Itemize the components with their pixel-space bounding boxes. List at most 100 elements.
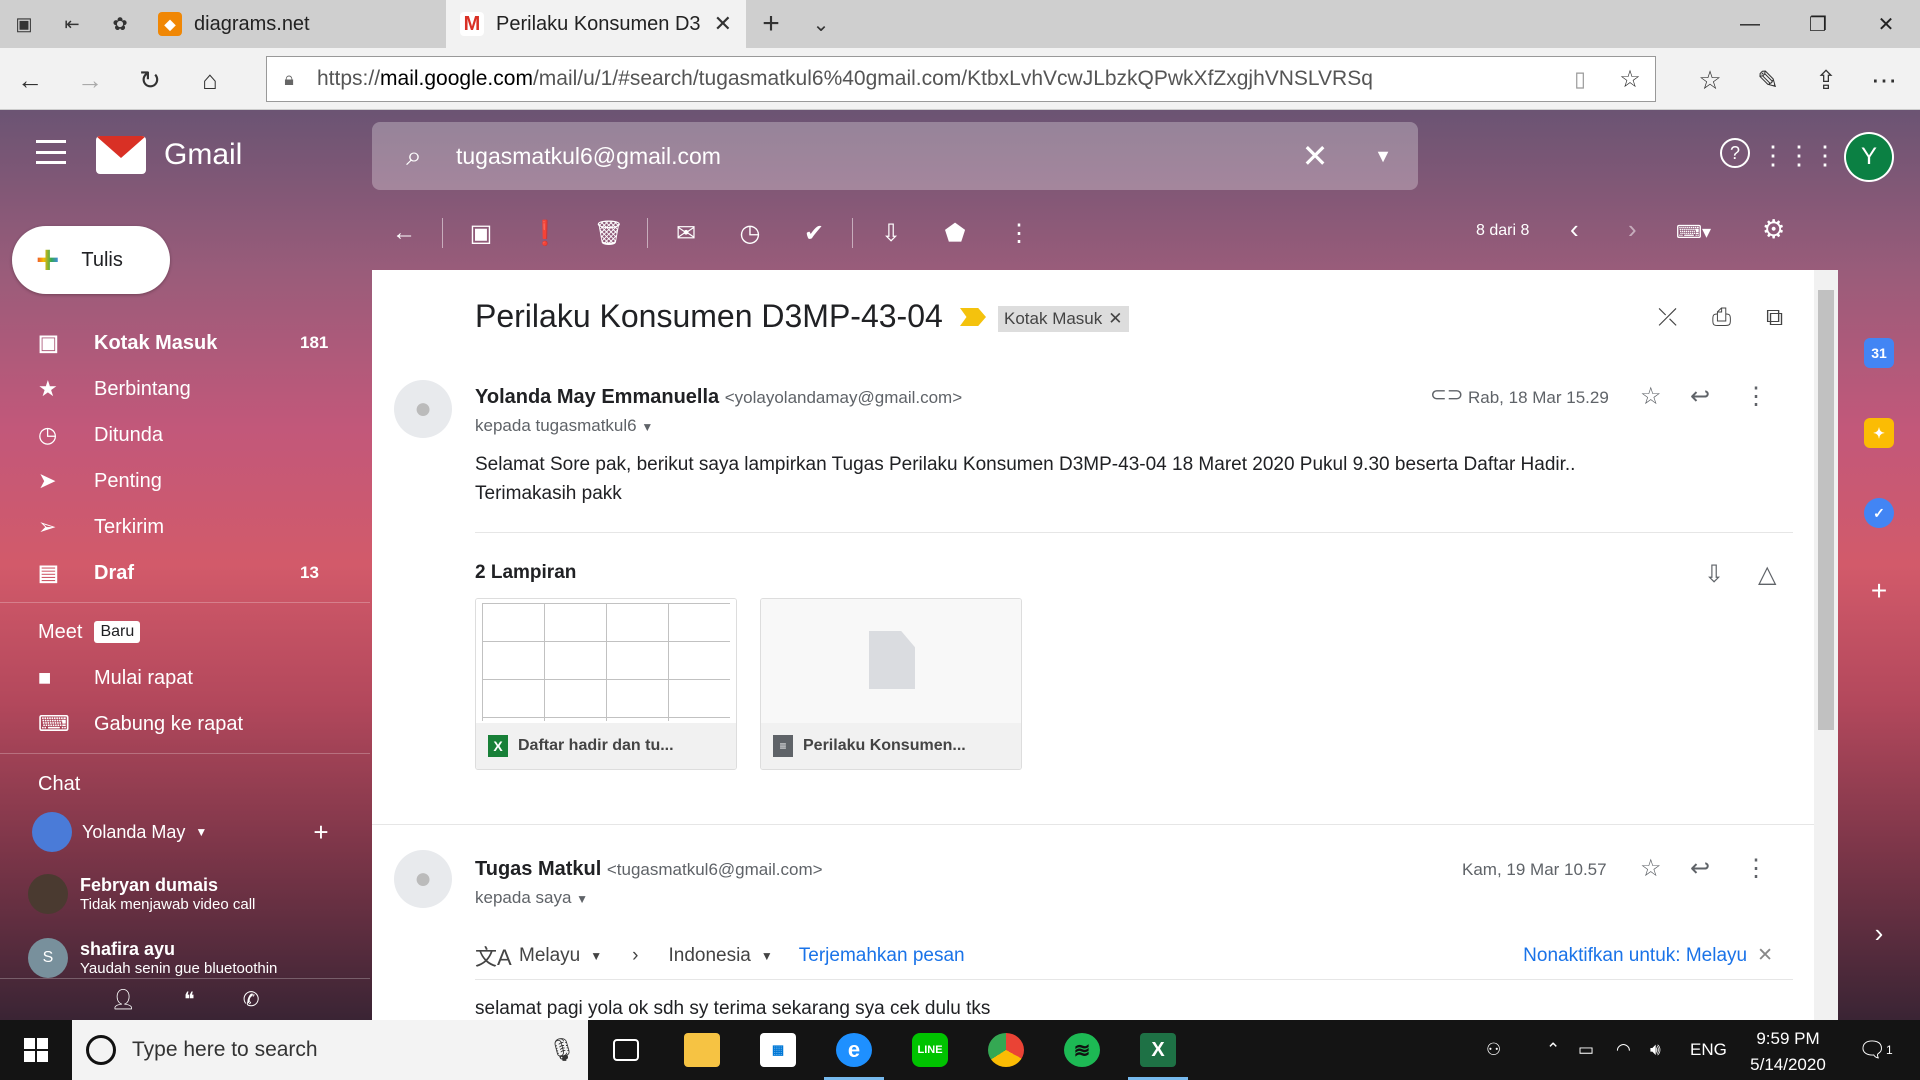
chrome-app[interactable] <box>968 1020 1044 1080</box>
hangouts-icon[interactable]: ❝ <box>184 987 195 1012</box>
download-all-icon[interactable]: ⇩ <box>1704 560 1724 589</box>
back-to-list-icon[interactable]: ← <box>372 219 436 247</box>
sender-name[interactable]: Yolanda May Emmanuella <box>475 386 719 408</box>
archive-icon[interactable]: ▣ <box>449 219 513 248</box>
phone-icon[interactable]: ✆ <box>243 987 260 1012</box>
sender-name[interactable]: Tugas Matkul <box>475 858 601 880</box>
battery-icon[interactable]: ▭ <box>1578 1020 1594 1080</box>
sidebar-item-starred[interactable]: ★ Berbintang <box>0 366 370 412</box>
attachment-card[interactable]: X Daftar hadir dan tu... <box>475 598 737 770</box>
tab-list-chevron-icon[interactable]: ⌄ <box>796 0 846 48</box>
reply-icon[interactable]: ↩ <box>1690 854 1710 883</box>
microphone-icon[interactable]: 🎙︎ <box>548 1037 588 1063</box>
new-tab-button[interactable]: + <box>746 0 796 48</box>
move-to-icon[interactable]: ⇩ <box>859 219 923 248</box>
share-icon[interactable]: ⇪ <box>1804 58 1848 102</box>
label-icon[interactable]: ⬟ <box>923 219 987 248</box>
input-tools-icon[interactable]: ⌨▾ <box>1676 222 1711 243</box>
reply-icon[interactable]: ↩ <box>1690 382 1710 411</box>
notifications-icon[interactable]: 🗨︎ 1 <box>1858 1020 1893 1080</box>
collapse-all-icon[interactable]: ⤫ <box>1658 304 1677 332</box>
forward-button[interactable]: → <box>68 58 112 102</box>
volume-icon[interactable]: 🔊︎ <box>1650 1020 1661 1080</box>
important-marker-icon[interactable] <box>960 308 986 326</box>
add-task-icon[interactable]: ✔ <box>782 219 846 248</box>
language-indicator[interactable]: ENG <box>1690 1020 1727 1080</box>
close-icon[interactable]: ✕ <box>1757 944 1773 967</box>
sidebar-item-inbox[interactable]: ▣ Kotak Masuk 181 <box>0 320 370 366</box>
search-bar[interactable]: ⌕ tugasmatkul6@gmail.com ✕ ▼ <box>372 122 1418 190</box>
taskbar-search-input[interactable]: Type here to search <box>132 1038 532 1062</box>
task-view-button[interactable] <box>588 1020 664 1080</box>
recipient-line[interactable]: kepada saya ▼ <box>475 888 588 908</box>
apps-grid-icon[interactable]: ⋮⋮⋮ <box>1760 138 1838 172</box>
new-chat-plus-icon[interactable]: + <box>313 817 328 848</box>
close-tab-icon[interactable]: ✕ <box>714 11 732 37</box>
chevron-down-icon[interactable]: ▼ <box>590 949 602 963</box>
person-icon[interactable]: 👤︎ <box>111 987 136 1012</box>
label-chip[interactable]: Kotak Masuk ✕ <box>998 306 1129 332</box>
minimize-button[interactable]: — <box>1716 0 1784 48</box>
tab-diagrams[interactable]: ◆ diagrams.net <box>144 0 446 48</box>
more-vert-icon[interactable]: ⋮ <box>987 219 1051 248</box>
more-vert-icon[interactable]: ⋮ <box>1744 854 1768 883</box>
start-button[interactable] <box>0 1020 72 1080</box>
file-explorer-app[interactable] <box>664 1020 740 1080</box>
people-icon[interactable]: ⚇ <box>1486 1020 1501 1080</box>
attachment-card[interactable]: ≡ Perilaku Konsumen... <box>760 598 1022 770</box>
store-app[interactable]: ▦ <box>740 1020 816 1080</box>
line-app[interactable]: LINE <box>892 1020 968 1080</box>
pen-icon[interactable]: ✎ <box>1746 58 1790 102</box>
remove-label-icon[interactable]: ✕ <box>1108 309 1122 329</box>
close-window-button[interactable]: ✕ <box>1852 0 1920 48</box>
more-icon[interactable]: ⋯ <box>1862 58 1906 102</box>
chevron-down-icon[interactable]: ▼ <box>761 949 773 963</box>
sidebar-item-join-meeting[interactable]: ⌨ Gabung ke rapat <box>0 701 370 747</box>
gmail-logo[interactable]: Gmail <box>96 136 242 174</box>
back-button[interactable]: ← <box>8 58 52 102</box>
search-icon[interactable]: ⌕ <box>372 140 456 173</box>
delete-icon[interactable]: 🗑︎ <box>577 219 641 248</box>
sidebar-item-snoozed[interactable]: ◷ Ditunda <box>0 412 370 458</box>
sidebar-item-important[interactable]: ➤ Penting <box>0 458 370 504</box>
star-icon[interactable]: ☆ <box>1640 854 1662 883</box>
disable-translate-link[interactable]: Nonaktifkan untuk: Melayu <box>1523 945 1747 967</box>
tab-actions-icon[interactable]: ▣ <box>0 0 48 48</box>
content-scrollbar[interactable] <box>1814 270 1838 1020</box>
restore-button[interactable]: ❐ <box>1784 0 1852 48</box>
sidebar-item-drafts[interactable]: ▤ Draf 13 <box>0 550 370 596</box>
prev-page-icon[interactable]: ‹ <box>1570 214 1579 245</box>
url-field[interactable]: 🔒︎ https://mail.google.com/mail/u/1/#sea… <box>266 56 1656 102</box>
print-icon[interactable]: ⎙ <box>1712 304 1731 332</box>
edge-app[interactable]: e <box>816 1020 892 1080</box>
tab-gmail[interactable]: M Perilaku Konsumen D3M ✕ <box>446 0 746 48</box>
clear-search-icon[interactable]: ✕ <box>1282 137 1348 175</box>
home-button[interactable]: ⌂ <box>188 58 232 102</box>
translate-message-link[interactable]: Terjemahkan pesan <box>799 945 965 967</box>
star-icon[interactable]: ☆ <box>1640 382 1662 411</box>
reading-view-icon[interactable]: ▯ <box>1555 67 1605 92</box>
more-vert-icon[interactable]: ⋮ <box>1744 382 1768 411</box>
tasks-icon[interactable]: ✓ <box>1864 498 1894 528</box>
keep-icon[interactable]: ✦ <box>1864 418 1894 448</box>
spam-icon[interactable]: ❗ <box>513 219 577 248</box>
taskbar-search[interactable]: Type here to search 🎙︎ <box>72 1020 588 1080</box>
chat-contact[interactable]: Febryan dumais Tidak menjawab video call <box>28 862 348 926</box>
add-addon-icon[interactable]: + <box>1864 575 1894 606</box>
excel-app[interactable]: X <box>1120 1020 1196 1080</box>
back-tabs-icon[interactable]: ⇤ <box>48 0 96 48</box>
chat-contact[interactable]: S shafira ayu Yaudah senin gue bluetooth… <box>28 926 348 980</box>
compose-button[interactable]: + Tulis <box>12 226 170 294</box>
taskbar-clock[interactable]: 9:59 PM 5/14/2020 <box>1736 1026 1840 1078</box>
account-avatar[interactable]: Y <box>1846 134 1892 180</box>
help-icon[interactable]: ? <box>1720 138 1750 168</box>
sidebar-item-start-meeting[interactable]: ■ Mulai rapat <box>0 655 370 701</box>
favorite-star-icon[interactable]: ☆ <box>1605 65 1655 94</box>
spotify-app[interactable]: ≋ <box>1044 1020 1120 1080</box>
scrollbar-thumb[interactable] <box>1818 290 1834 730</box>
chat-status-me[interactable]: Yolanda May ▼ + <box>0 808 370 856</box>
search-options-icon[interactable]: ▼ <box>1348 146 1418 167</box>
refresh-button[interactable]: ↻ <box>128 58 172 102</box>
settings-gear-icon[interactable]: ⚙ <box>1762 214 1785 245</box>
save-to-drive-icon[interactable]: △ <box>1758 560 1776 589</box>
